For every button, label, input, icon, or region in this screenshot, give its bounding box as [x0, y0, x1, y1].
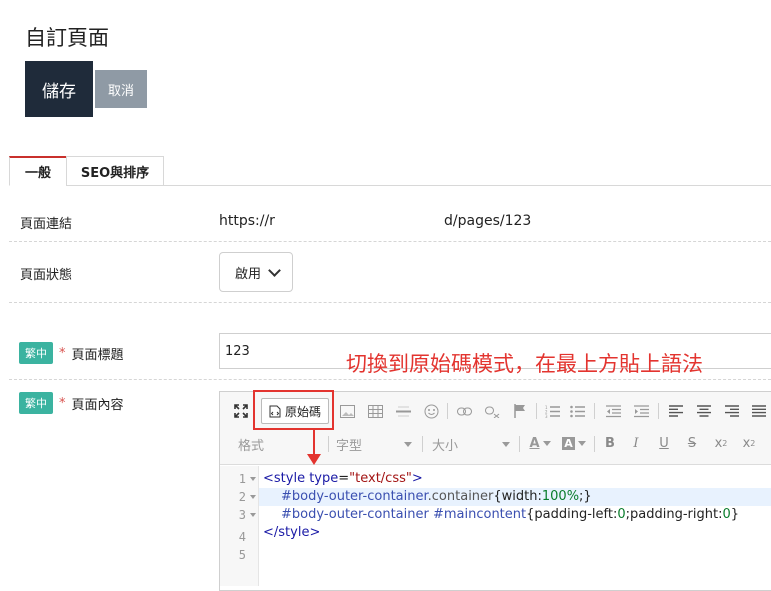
align-right-icon[interactable]	[723, 402, 741, 420]
title-label: 頁面標題	[71, 347, 124, 363]
image-icon[interactable]	[338, 402, 356, 420]
outdent-icon[interactable]	[604, 402, 622, 420]
align-left-icon[interactable]	[667, 402, 685, 420]
size-dropdown[interactable]: 大小	[432, 435, 510, 454]
line-number: 1	[222, 472, 256, 486]
toolbar-separator	[594, 403, 595, 419]
language-badge: 繁中	[19, 342, 53, 364]
title-field-label: 繁中 * 頁面標題	[19, 342, 124, 364]
code-line[interactable]: #body-outer-container #maincontent{paddi…	[281, 507, 739, 522]
text-color-icon[interactable]: A	[528, 434, 552, 452]
ordered-list-icon[interactable]: 123	[543, 402, 561, 420]
horizontal-rule-icon[interactable]	[394, 402, 412, 420]
italic-icon[interactable]: I	[628, 434, 644, 452]
emoji-icon[interactable]	[422, 402, 440, 420]
svg-text:3: 3	[545, 414, 548, 418]
save-button[interactable]: 儲存	[25, 61, 93, 117]
line-number: 2	[222, 490, 256, 504]
required-mark: *	[59, 345, 66, 361]
fold-arrow-icon[interactable]	[250, 495, 256, 499]
unlink-icon[interactable]	[483, 402, 501, 420]
format-dropdown[interactable]: 格式	[238, 435, 322, 454]
code-line[interactable]: </style>	[263, 525, 320, 540]
annotation-text: 切換到原始碼模式，在最上方貼上語法	[346, 352, 703, 376]
page-status-select[interactable]: 啟用	[219, 252, 293, 292]
annotation-arrow-line	[313, 430, 315, 455]
page-link-label: 頁面連結	[20, 217, 73, 232]
anchor-flag-icon[interactable]	[511, 402, 529, 420]
page-title: 自訂頁面	[25, 26, 109, 50]
align-center-icon[interactable]	[695, 402, 713, 420]
line-number: 4	[238, 530, 246, 544]
page-link-value-end[interactable]: d/pages/123	[444, 213, 531, 229]
tab-seo-order[interactable]: SEO與排序	[66, 156, 164, 186]
maximize-icon[interactable]	[232, 402, 250, 420]
highlight-box	[253, 390, 334, 430]
link-icon[interactable]	[455, 402, 473, 420]
language-badge: 繁中	[19, 392, 53, 414]
strikethrough-icon[interactable]: S	[684, 434, 700, 452]
underline-icon[interactable]: U	[656, 434, 672, 452]
font-placeholder: 字型	[336, 439, 363, 454]
background-color-icon[interactable]: A	[562, 434, 586, 452]
bullet-list-icon[interactable]	[568, 402, 586, 420]
toolbar-separator	[422, 436, 423, 452]
divider	[9, 302, 771, 303]
divider	[9, 241, 771, 242]
table-icon[interactable]	[366, 402, 384, 420]
indent-icon[interactable]	[632, 402, 650, 420]
toolbar-separator	[519, 436, 520, 452]
line-number: 5	[238, 548, 246, 562]
fold-arrow-icon[interactable]	[250, 477, 256, 481]
superscript-icon[interactable]: x2	[740, 434, 758, 452]
arrow-down-icon	[307, 454, 321, 465]
page-status-value: 啟用	[235, 266, 262, 282]
size-placeholder: 大小	[432, 439, 459, 454]
chevron-down-icon	[404, 442, 412, 447]
toolbar-separator	[447, 403, 448, 419]
toolbar-separator	[328, 436, 329, 452]
font-dropdown[interactable]: 字型	[336, 435, 412, 454]
code-line[interactable]: <style type="text/css">	[263, 471, 423, 486]
tab-general[interactable]: 一般	[9, 156, 67, 186]
page-link-value-start[interactable]: https://r	[219, 213, 275, 229]
content-label: 頁面內容	[71, 397, 124, 413]
divider	[9, 379, 771, 380]
required-mark: *	[59, 395, 66, 411]
chevron-down-icon	[502, 442, 510, 447]
bold-icon[interactable]: B	[602, 434, 618, 452]
toolbar-separator	[594, 436, 595, 452]
page-status-label: 頁面狀態	[20, 268, 73, 283]
line-number: 3	[222, 508, 256, 522]
align-justify-icon[interactable]	[750, 402, 768, 420]
toolbar-separator	[536, 403, 537, 419]
toolbar-separator	[658, 403, 659, 419]
content-field-label: 繁中 * 頁面內容	[19, 392, 124, 414]
code-line[interactable]: #body-outer-container.container{width:10…	[281, 489, 592, 504]
fold-arrow-icon[interactable]	[250, 513, 256, 517]
chevron-down-icon	[268, 263, 281, 277]
cancel-button[interactable]: 取消	[95, 70, 147, 108]
format-placeholder: 格式	[238, 439, 265, 454]
subscript-icon[interactable]: x2	[712, 434, 730, 452]
